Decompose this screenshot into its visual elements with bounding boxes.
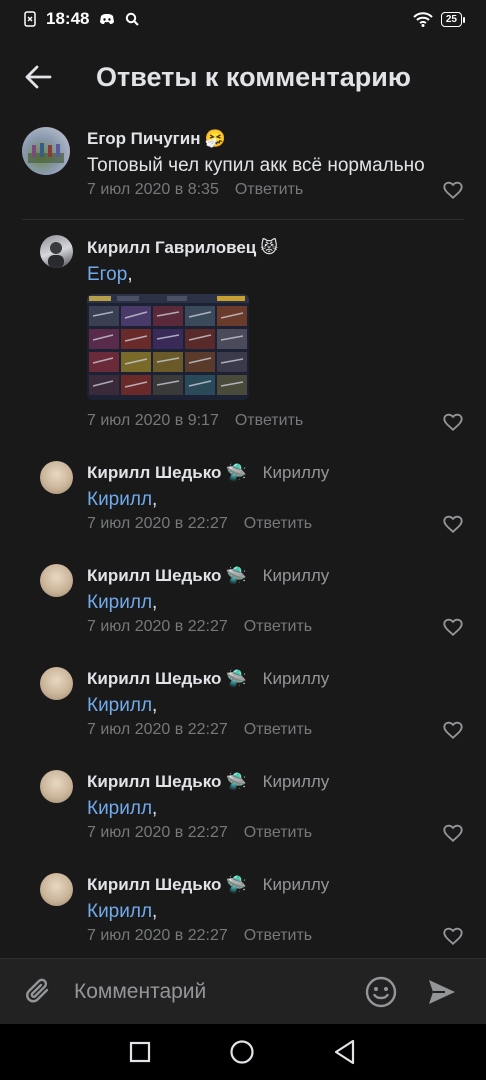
- author-emoji: 🛸: [225, 875, 247, 894]
- comment-author[interactable]: Кирилл Шедько: [87, 772, 221, 792]
- comment-author[interactable]: Кирилл Шедько: [87, 463, 221, 483]
- comment-date: 7 июл 2020 в 22:27: [87, 515, 228, 532]
- mention-suffix: ,: [152, 489, 158, 510]
- status-bar: 18:48 25: [0, 0, 486, 38]
- comment-author[interactable]: Кирилл Гавриловец: [87, 238, 256, 258]
- avatar[interactable]: [40, 770, 73, 803]
- comment-composer: Комментарий: [0, 958, 486, 1024]
- mention-suffix: ,: [152, 592, 158, 613]
- mention-suffix: ,: [152, 695, 158, 716]
- mention-link[interactable]: Кирилл: [87, 695, 152, 716]
- mention-link[interactable]: Кирилл: [87, 592, 152, 613]
- sim-icon: [24, 11, 36, 27]
- heart-icon[interactable]: [442, 719, 464, 741]
- mention-link[interactable]: Кирилл: [87, 901, 152, 922]
- author-emoji: 🛸: [225, 772, 247, 791]
- wifi-icon: [413, 11, 433, 27]
- comment-text: Топовый чел купил акк всё нормально: [87, 155, 425, 176]
- reply-button[interactable]: Ответить: [244, 515, 312, 533]
- heart-icon[interactable]: [442, 616, 464, 638]
- avatar[interactable]: [40, 235, 73, 268]
- app-header: Ответы к комментарию: [0, 38, 486, 116]
- reply-button[interactable]: Ответить: [244, 721, 312, 739]
- reply-to-label[interactable]: Кириллу: [263, 772, 330, 792]
- battery-icon: 25: [440, 11, 466, 27]
- reply-to-label[interactable]: Кириллу: [263, 566, 330, 586]
- mention-suffix: ,: [152, 798, 158, 819]
- avatar[interactable]: [40, 667, 73, 700]
- status-time: 18:48: [46, 9, 90, 28]
- comment-date: 7 июл 2020 в 8:35: [87, 181, 219, 198]
- author-emoji: 🤧: [204, 129, 226, 148]
- discord-icon: [100, 14, 115, 24]
- reply-button[interactable]: Ответить: [244, 927, 312, 945]
- comment-date: 7 июл 2020 в 9:17: [87, 412, 219, 429]
- reply-to-label[interactable]: Кириллу: [263, 669, 330, 689]
- reply-comment: Кирилл Шедько 🛸 Кириллу Кирилл, 7 июл 20…: [0, 751, 486, 854]
- heart-icon[interactable]: [442, 513, 464, 535]
- reply-button[interactable]: Ответить: [235, 181, 303, 199]
- reply-comment: Кирилл Шедько 🛸 Кириллу Кирилл, 7 июл 20…: [0, 545, 486, 648]
- mention-link[interactable]: Кирилл: [87, 489, 152, 510]
- reply-button[interactable]: Ответить: [244, 824, 312, 842]
- paperclip-icon[interactable]: [22, 975, 56, 1009]
- author-emoji: 🛸: [225, 669, 247, 688]
- comment-date: 7 июл 2020 в 22:27: [87, 927, 228, 944]
- mention-suffix: ,: [127, 264, 133, 285]
- heart-icon[interactable]: [442, 822, 464, 844]
- reply-comment: Кирилл Шедько 🛸 Кириллу Кирилл, 7 июл 20…: [0, 442, 486, 545]
- author-emoji: 🛸: [225, 463, 247, 482]
- avatar[interactable]: [40, 461, 73, 494]
- comment-date: 7 июл 2020 в 22:27: [87, 721, 228, 738]
- attached-image[interactable]: [87, 294, 249, 400]
- recents-icon[interactable]: [129, 1041, 151, 1063]
- mention-suffix: ,: [152, 901, 158, 922]
- mention-link[interactable]: Кирилл: [87, 798, 152, 819]
- comment-author[interactable]: Кирилл Шедько: [87, 875, 221, 895]
- comment-date: 7 июл 2020 в 22:27: [87, 824, 228, 841]
- page-title: Ответы к комментарию: [96, 61, 411, 92]
- heart-icon[interactable]: [442, 411, 464, 433]
- reply-button[interactable]: Ответить: [244, 618, 312, 636]
- reply-comment: Кирилл Шедько 🛸 Кириллу Кирилл, 7 июл 20…: [0, 854, 486, 957]
- mention-link[interactable]: Егор: [87, 264, 127, 285]
- comment-input[interactable]: Комментарий: [74, 980, 344, 1004]
- smile-icon[interactable]: [364, 975, 398, 1009]
- arrow-left-icon: [25, 65, 52, 89]
- comment-author[interactable]: Кирилл Шедько: [87, 669, 221, 689]
- comments-list[interactable]: Егор Пичугин 🤧 Топовый чел купил акк всё…: [0, 116, 486, 958]
- reply-to-label[interactable]: Кириллу: [263, 463, 330, 483]
- author-emoji: 🛸: [225, 566, 247, 585]
- avatar[interactable]: [22, 127, 70, 175]
- author-emoji: 😾: [260, 238, 278, 257]
- root-comment: Егор Пичугин 🤧 Топовый чел купил акк всё…: [0, 116, 486, 220]
- reply-button[interactable]: Ответить: [235, 412, 303, 430]
- avatar[interactable]: [40, 564, 73, 597]
- heart-icon[interactable]: [442, 925, 464, 947]
- comment-author[interactable]: Кирилл Шедько: [87, 566, 221, 586]
- back-nav-icon[interactable]: [333, 1039, 357, 1065]
- send-icon[interactable]: [426, 977, 458, 1007]
- reply-to-label[interactable]: Кириллу: [263, 875, 330, 895]
- avatar[interactable]: [40, 873, 73, 906]
- reply-comment: Кирилл Гавриловец 😾 Егор, 7 июл 2020 в 9…: [0, 220, 486, 442]
- home-icon[interactable]: [229, 1039, 255, 1065]
- back-button[interactable]: [0, 38, 76, 116]
- system-nav-bar: [0, 1024, 486, 1080]
- heart-icon[interactable]: [442, 179, 464, 201]
- search-status-icon: [126, 12, 140, 26]
- reply-comment: Кирилл Шедько 🛸 Кириллу Кирилл, 7 июл 20…: [0, 648, 486, 751]
- comment-author[interactable]: Егор Пичугин: [87, 129, 200, 149]
- comment-date: 7 июл 2020 в 22:27: [87, 618, 228, 635]
